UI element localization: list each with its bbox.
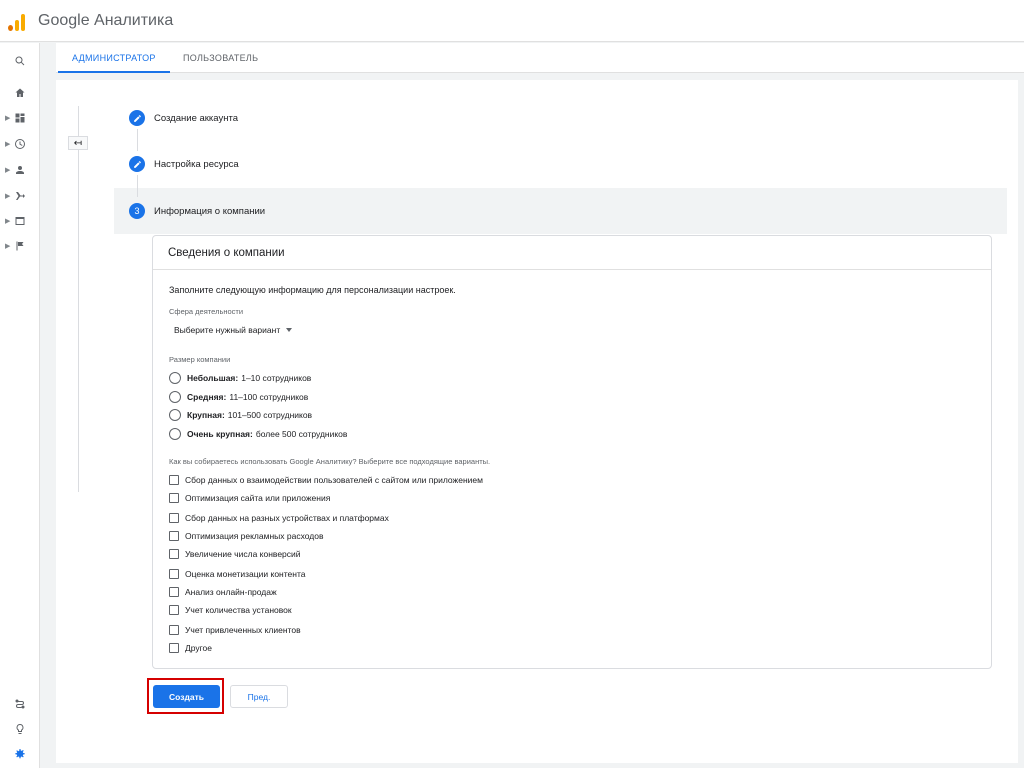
checkbox-usage-3[interactable]: Оптимизация рекламных расходов [169, 530, 323, 542]
main-panel: ↤ Создание аккаунта Настройка ресурса 3 … [56, 80, 1018, 763]
checkbox-label: Другое [185, 643, 213, 653]
checkbox[interactable] [169, 625, 179, 635]
radio-size-medium[interactable]: Средняя: 11–100 сотрудников [169, 390, 308, 404]
admin-tabs: АДМИНИСТРАТОР ПОЛЬЗОВАТЕЛЬ [56, 43, 1024, 73]
checkbox-usage-6[interactable]: Анализ онлайн-продаж [169, 586, 277, 598]
checkbox[interactable] [169, 643, 179, 653]
radio-label: более 500 сотрудников [255, 429, 348, 439]
radio-button[interactable] [169, 372, 181, 384]
checkbox-usage-0[interactable]: Сбор данных о взаимодействии пользовател… [169, 474, 483, 486]
search-icon[interactable] [0, 51, 40, 71]
checkbox[interactable] [169, 605, 179, 615]
step-label: Информация о компании [154, 205, 266, 217]
industry-select-value: Выберите нужный вариант [174, 325, 281, 335]
prev-button[interactable]: Пред. [230, 685, 288, 708]
company-size-label: Размер компании [169, 355, 231, 364]
step-property-setup[interactable]: Настройка ресурса [129, 153, 239, 175]
checkbox-label: Анализ онлайн-продаж [185, 587, 277, 597]
card-intro: Заполните следующую информацию для персо… [169, 285, 456, 295]
checkbox-label: Оптимизация сайта или приложения [185, 493, 331, 503]
checkbox[interactable] [169, 569, 179, 579]
radio-label: 101–500 сотрудников [227, 410, 313, 420]
radio-size-xlarge[interactable]: Очень крупная: более 500 сотрудников [169, 427, 347, 441]
checkbox-usage-4[interactable]: Увеличение числа конверсий [169, 548, 301, 560]
card-title: Сведения о компании [153, 236, 991, 270]
route-icon[interactable] [0, 694, 40, 714]
checkbox-label: Сбор данных на разных устройствах и плат… [185, 513, 389, 523]
company-details-card: Сведения о компании Заполните следующую … [152, 235, 992, 669]
industry-label: Сфера деятельности [169, 307, 244, 316]
checkbox-label: Увеличение числа конверсий [185, 549, 301, 559]
radio-label-bold: Небольшая: [187, 373, 239, 383]
tab-user[interactable]: ПОЛЬЗОВАТЕЛЬ [169, 43, 272, 73]
industry-select[interactable]: Выберите нужный вариант [174, 325, 293, 335]
checkbox-label: Оптимизация рекламных расходов [185, 531, 324, 541]
gear-icon[interactable] [0, 744, 40, 764]
clock-icon[interactable]: ▶ [0, 134, 40, 154]
checkbox[interactable] [169, 531, 179, 541]
checkbox-usage-7[interactable]: Учет количества установок [169, 604, 292, 616]
checkbox[interactable] [169, 513, 179, 523]
radio-button[interactable] [169, 409, 181, 421]
checkbox-label: Сбор данных о взаимодействии пользовател… [185, 475, 483, 485]
radio-label-bold: Крупная: [187, 410, 225, 420]
create-button[interactable]: Создать [153, 685, 220, 708]
radio-button[interactable] [169, 391, 181, 403]
pencil-icon [129, 110, 145, 126]
checkbox[interactable] [169, 475, 179, 485]
checkbox-usage-9[interactable]: Другое [169, 642, 212, 654]
step-company-info[interactable]: 3 Информация о компании [129, 200, 265, 222]
caret-down-icon [286, 328, 293, 332]
lightbulb-icon[interactable] [0, 719, 40, 739]
fork-icon[interactable]: ▶ [0, 186, 40, 206]
radio-label: 1–10 сотрудников [241, 373, 312, 383]
checkbox-usage-1[interactable]: Оптимизация сайта или приложения [169, 492, 330, 504]
step-number: 3 [129, 203, 145, 219]
radio-label-bold: Средняя: [187, 392, 227, 402]
display-icon[interactable]: ▶ [0, 211, 40, 231]
app-title: Google Аналитика [38, 11, 174, 29]
radio-button[interactable] [169, 428, 181, 440]
radio-size-small[interactable]: Небольшая: 1–10 сотрудников [169, 371, 311, 385]
step-connector [137, 175, 138, 197]
checkbox-label: Учет количества установок [185, 605, 292, 615]
step-label: Создание аккаунта [154, 112, 238, 124]
checkbox-usage-5[interactable]: Оценка монетизации контента [169, 568, 305, 580]
top-bar: Google Аналитика [0, 0, 1024, 42]
step-create-account[interactable]: Создание аккаунта [129, 107, 238, 129]
step-label: Настройка ресурса [154, 158, 239, 170]
person-icon[interactable]: ▶ [0, 160, 40, 180]
checkbox[interactable] [169, 587, 179, 597]
step-connector [137, 129, 138, 151]
checkbox-label: Учет привлеченных клиентов [185, 625, 301, 635]
checkbox[interactable] [169, 549, 179, 559]
analytics-logo-icon[interactable] [8, 11, 28, 31]
flag-icon[interactable]: ▶ [0, 236, 40, 256]
tab-administrator[interactable]: АДМИНИСТРАТОР [58, 43, 170, 73]
home-icon[interactable] [0, 83, 40, 103]
radio-size-large[interactable]: Крупная: 101–500 сотрудников [169, 408, 312, 422]
radio-label-bold: Очень крупная: [187, 429, 253, 439]
checkbox-usage-2[interactable]: Сбор данных на разных устройствах и плат… [169, 512, 389, 524]
dashboard-icon[interactable]: ▶ [0, 108, 40, 128]
usage-label: Как вы собираетесь использовать Google А… [169, 457, 491, 466]
divider [78, 106, 79, 492]
checkbox-label: Оценка монетизации контента [185, 569, 306, 579]
radio-label: 11–100 сотрудников [229, 392, 309, 402]
back-arrow-icon[interactable]: ↤ [68, 136, 88, 150]
pencil-icon [129, 156, 145, 172]
left-nav: ▶ ▶ ▶ ▶ ▶ ▶ [0, 43, 40, 768]
checkbox-usage-8[interactable]: Учет привлеченных клиентов [169, 624, 301, 636]
checkbox[interactable] [169, 493, 179, 503]
